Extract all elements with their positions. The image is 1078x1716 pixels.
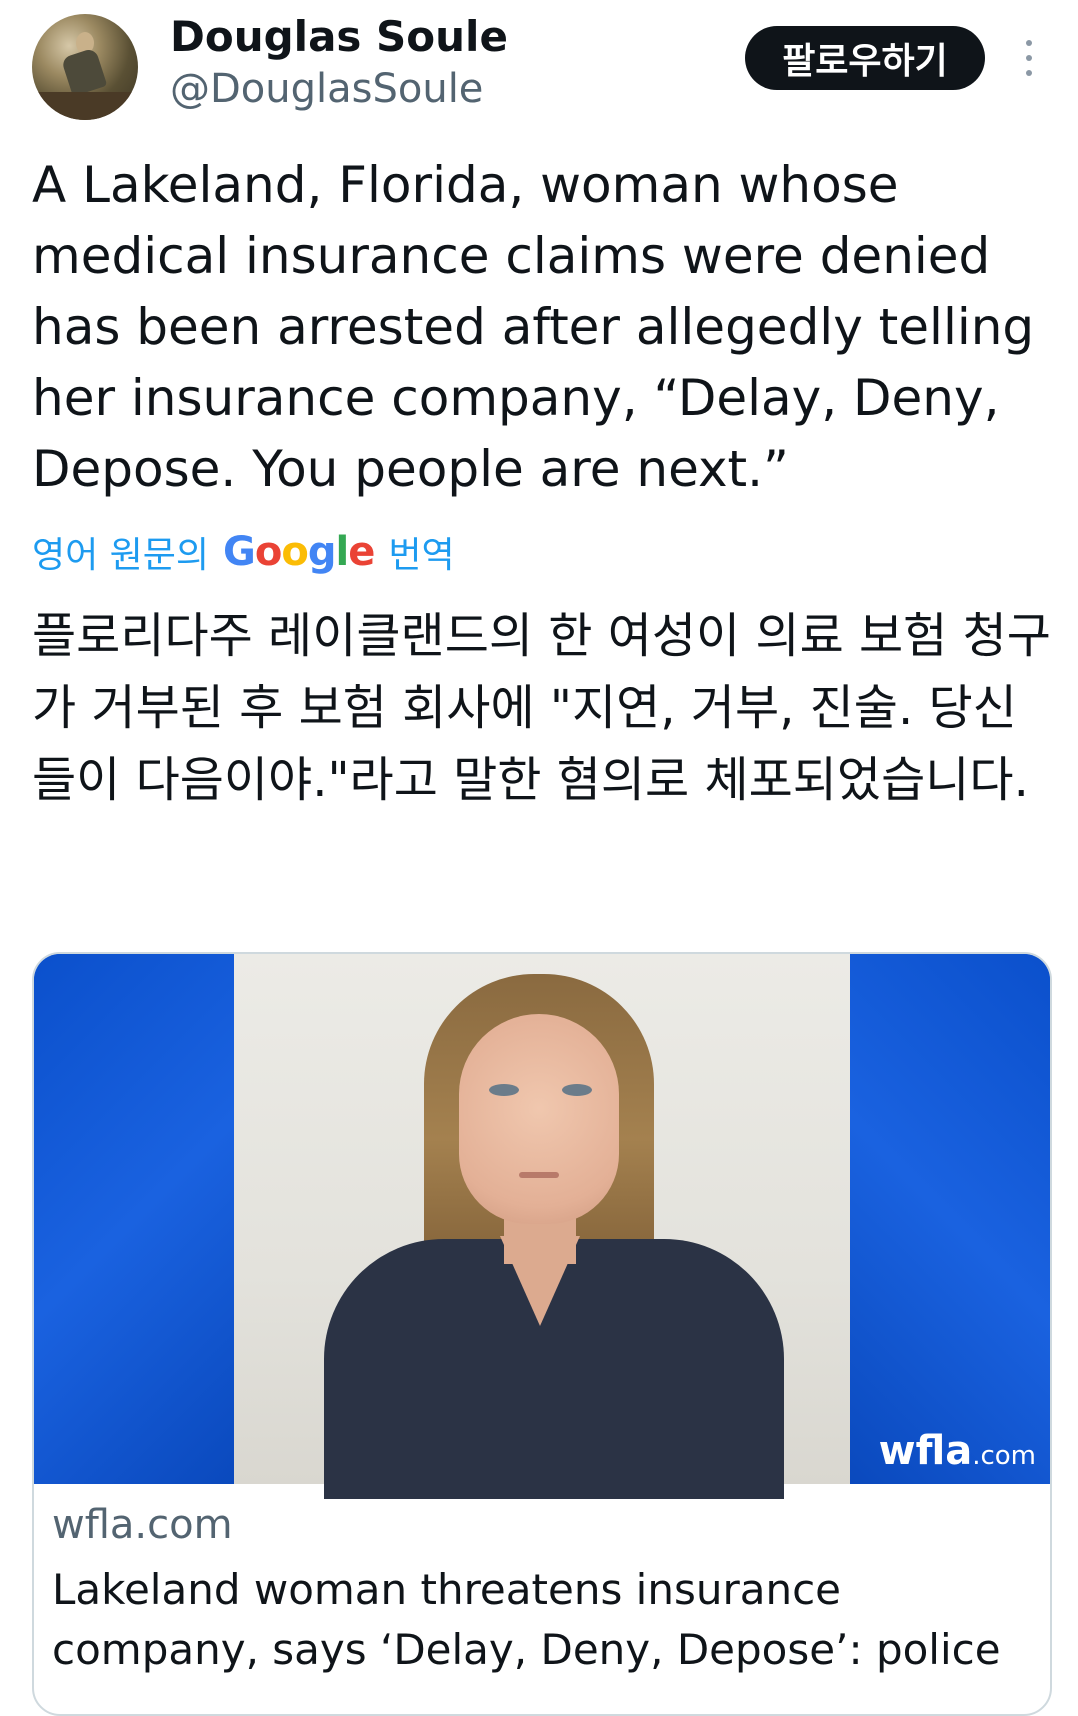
photo-eye-left bbox=[489, 1084, 519, 1096]
avatar-ground bbox=[32, 92, 138, 120]
more-vertical-icon[interactable] bbox=[1018, 38, 1040, 78]
wfla-watermark: wfla.com bbox=[878, 1428, 1036, 1474]
link-preview-card[interactable]: wfla.com wfla.com Lakeland woman threate… bbox=[32, 952, 1052, 1716]
translation-suffix: 번역 bbox=[388, 535, 455, 576]
follow-button[interactable]: 팔로우하기 bbox=[745, 26, 985, 90]
translation-attribution[interactable]: 영어 원문의 Google 번역 bbox=[32, 526, 455, 578]
card-image[interactable]: wfla.com bbox=[34, 954, 1050, 1499]
photo-mouth bbox=[519, 1172, 559, 1178]
card-image-left-panel bbox=[34, 954, 234, 1484]
translation-prefix: 영어 원문의 bbox=[32, 535, 210, 576]
card-title[interactable]: Lakeland woman threatens insurance compa… bbox=[52, 1560, 1032, 1680]
photo-eye-right bbox=[562, 1084, 592, 1096]
author-handle[interactable]: @DouglasSoule bbox=[170, 66, 483, 112]
photo-vneck bbox=[500, 1236, 580, 1326]
tweet-header: Douglas Soule @DouglasSoule 팔로우하기 bbox=[0, 0, 1078, 130]
photo-face bbox=[459, 1014, 619, 1224]
google-logo-icon: Google bbox=[223, 529, 375, 575]
card-image-right-panel bbox=[850, 954, 1050, 1484]
author-display-name[interactable]: Douglas Soule bbox=[170, 12, 508, 61]
author-avatar[interactable] bbox=[32, 14, 138, 120]
tweet-text: A Lakeland, Florida, woman whose medical… bbox=[32, 156, 1035, 498]
avatar-figure-body bbox=[60, 47, 108, 97]
translated-text: 플로리다주 레이클랜드의 한 여성이 의료 보험 청구가 거부된 후 보험 회사… bbox=[32, 608, 1051, 808]
card-domain: wfla.com bbox=[52, 1502, 233, 1548]
